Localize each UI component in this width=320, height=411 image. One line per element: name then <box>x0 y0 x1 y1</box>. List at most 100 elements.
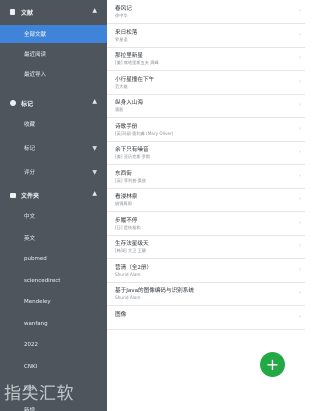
sidebar-item[interactable]: 评分 ▼ <box>0 163 107 181</box>
sidebar-item[interactable]: pubmed <box>0 250 107 268</box>
sidebar-item-label: pubmed <box>24 256 47 262</box>
list-item-subtitle: 落影 <box>115 107 124 112</box>
sidebar-item-label: sciencedirect <box>24 277 61 284</box>
list-item-title: 图像 <box>115 311 127 318</box>
chevron-right-icon: › <box>299 172 301 179</box>
sidebar-item[interactable]: 最近阅读 <box>0 45 107 63</box>
sidebar-item-label: 最近导入 <box>24 72 47 78</box>
chevron-right-icon: › <box>299 31 301 38</box>
sidebar-item-label: 评分 <box>24 170 36 176</box>
list-item-title: 营清（全2册） <box>115 264 153 271</box>
list-item[interactable]: 步履不停 [日] 是枝裕和 › <box>107 212 305 236</box>
list-item-subtitle: Shurid Alam <box>115 271 141 277</box>
sidebar-section-label: 文件夹 <box>21 192 40 200</box>
chevron-up-icon[interactable]: ▲ <box>92 190 97 197</box>
list-item-subtitle: 姚锦周周 <box>115 201 132 206</box>
list-item[interactable]: 余下只有噪音 [美] 亚历克斯·罗斯 › <box>107 141 305 165</box>
list-item-subtitle: [日] 是枝裕和 <box>115 224 141 230</box>
chevron-right-icon: › <box>299 102 301 108</box>
list-item[interactable]: 纵身入山海 落影 › <box>107 94 305 118</box>
list-item[interactable]: 基于Java的图像编码与识别系统 Shurid Alam › <box>107 282 305 306</box>
list-item-title: 东西街 <box>115 170 132 177</box>
sidebar-item[interactable]: CNKI <box>0 358 107 376</box>
list-item-subtitle: 徐中华 <box>115 13 128 18</box>
list-item-title: 生存法星级天 <box>115 241 149 247</box>
sidebar-item[interactable]: 中文 <box>0 207 107 225</box>
list-item[interactable]: 生存法星级天 [韩]昭 大卫 王静 › <box>107 235 305 259</box>
chevron-right-icon: › <box>299 8 301 14</box>
list-item-title: 余下只有噪音 <box>115 147 149 153</box>
sidebar-item-label: 新增 <box>24 407 36 411</box>
list-item-title: 来日松落 <box>115 29 138 36</box>
list-item-subtitle: [韩]昭 大卫 王静 <box>115 248 147 253</box>
sidebar-section-documents[interactable]: 文献 ▲ <box>0 3 107 21</box>
chevron-right-icon: › <box>299 196 301 202</box>
chevron-right-icon: › <box>299 266 301 273</box>
sidebar-item[interactable]: wanfang <box>0 315 107 333</box>
sidebar-item[interactable]: 英文 <box>0 229 107 247</box>
sidebar-item-label: CNKI <box>24 363 38 370</box>
chevron-right-icon: › <box>299 290 301 296</box>
tag-icon <box>9 100 16 107</box>
list-item-title: 诗歌手册 <box>115 123 138 130</box>
sidebar-item[interactable]: Mendeley <box>0 293 107 311</box>
list-item[interactable]: 小行星撞在下午 范大雄 › <box>107 71 305 95</box>
sidebar-section-tags[interactable]: 标记 ▲ <box>0 94 107 112</box>
watermark: 指尖汇软 <box>4 384 74 404</box>
chevron-right-icon: › <box>299 55 301 61</box>
list-item-subtitle: [英]玛丽·奥利弗 (Mary Oliver) <box>115 130 174 136</box>
sidebar-section-library[interactable]: 文件夹 ▲ <box>0 186 107 204</box>
list-item-title: 看浸林泉 <box>115 194 138 200</box>
list-item[interactable]: 看浸林泉 姚锦周周 › <box>107 188 305 212</box>
sidebar-item-label: wanfang <box>24 320 48 327</box>
chevron-right-icon: › <box>299 78 301 85</box>
sidebar-item[interactable]: 最近导入 <box>0 65 107 83</box>
list-item-subtitle: [美] 亚历克斯·罗斯 <box>115 154 151 159</box>
chevron-right-icon: › <box>299 149 301 155</box>
sidebar-item-label: 标记 <box>24 146 36 152</box>
list-item-subtitle: 范大雄 <box>115 83 128 89</box>
sidebar: 文献 ▲ 全部文献 最近阅读 最近导入 标记 ▲ 收藏 标记 ▼ 评分 ▼ 文件夹 ▲ 中文… <box>0 0 107 411</box>
sidebar-item-label: 英文 <box>24 235 36 242</box>
sidebar-item-label: 2022 <box>24 342 38 348</box>
chevron-right-icon: › <box>299 243 301 249</box>
list-item-subtitle: 罗星语 <box>115 36 128 42</box>
chevron-up-icon[interactable]: ▲ <box>92 98 97 105</box>
sidebar-item[interactable]: 全部文献 <box>0 25 107 43</box>
sidebar-section-label: 文献 <box>21 9 34 17</box>
sidebar-item-label: 全部文献 <box>24 32 47 38</box>
list-item[interactable]: 图像 › <box>107 306 305 330</box>
sidebar-item-label: 最近阅读 <box>24 52 47 58</box>
list-item[interactable]: 那拉里新星 [美] 席地里斯五夫 周峰 › <box>107 47 305 71</box>
sidebar-item[interactable]: 2022 <box>0 336 107 354</box>
sidebar-section-label: 标记 <box>21 100 34 108</box>
list-item[interactable]: 东西街 [英] 菲利普·桑兹 › <box>107 165 305 189</box>
list-item-title: 步履不停 <box>115 217 138 224</box>
app-root: 文献 ▲ 全部文献 最近阅读 最近导入 标记 ▲ 收藏 标记 ▼ 评分 ▼ 文件夹 ▲ 中文… <box>0 0 305 411</box>
document-list: 春风记 徐中华 › 来日松落 罗星语 › 那拉里新星 [美] 席地里斯五夫 周峰 › 小行星撞在下… <box>107 0 305 411</box>
chevron-down-icon[interactable]: ▼ <box>92 145 97 152</box>
list-item[interactable]: 春风记 徐中华 › <box>107 0 305 24</box>
chevron-up-icon[interactable]: ▲ <box>92 7 97 14</box>
list-item[interactable]: 诗歌手册 [英]玛丽·奥利弗 (Mary Oliver) › <box>107 118 305 142</box>
sidebar-item-label: Mendeley <box>24 299 51 305</box>
list-item-title: 小行星撞在下午 <box>115 76 155 83</box>
sidebar-item[interactable]: 收藏 <box>0 115 107 133</box>
sidebar-item-label: 中文 <box>24 214 36 220</box>
sidebar-item[interactable]: 标记 ▼ <box>0 139 107 157</box>
list-item-title: 春风记 <box>115 6 132 12</box>
list-item-subtitle: Shurid Alam <box>115 295 141 300</box>
list-item-title: 基于Java的图像编码与识别系统 <box>115 288 194 294</box>
list-item-title: 那拉里新星 <box>115 53 143 59</box>
chevron-right-icon: › <box>299 219 301 226</box>
add-document-button[interactable]: + <box>260 352 285 377</box>
chevron-down-icon[interactable]: ▼ <box>92 169 97 176</box>
chevron-right-icon: › <box>299 313 301 320</box>
sidebar-item[interactable]: sciencedirect <box>0 272 107 290</box>
list-item-subtitle: [美] 席地里斯五夫 周峰 <box>115 60 159 65</box>
list-item[interactable]: 营清（全2册） Shurid Alam › <box>107 259 305 283</box>
sidebar-item-label: 收藏 <box>24 122 36 128</box>
list-item-subtitle: [英] 菲利普·桑兹 <box>115 177 147 183</box>
list-item[interactable]: 来日松落 罗星语 › <box>107 24 305 48</box>
folder-icon <box>9 192 16 199</box>
